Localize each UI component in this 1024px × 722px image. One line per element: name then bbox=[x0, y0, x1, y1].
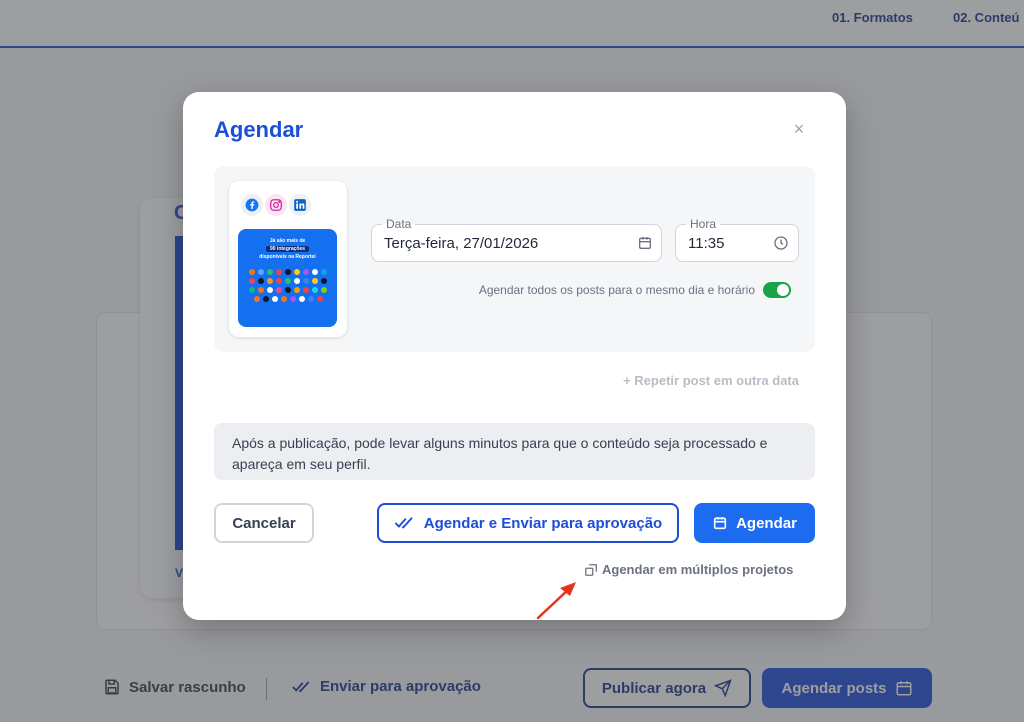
linkedin-icon bbox=[287, 192, 313, 218]
schedule-label: Agendar bbox=[736, 514, 797, 532]
post-image-text: Já são mais de bbox=[269, 238, 306, 244]
same-time-label: Agendar todos os posts para o mesmo dia … bbox=[478, 283, 755, 297]
repeat-post-link[interactable]: + Repetir post em outra data bbox=[583, 373, 799, 388]
instagram-icon bbox=[263, 192, 289, 218]
time-label: Hora bbox=[686, 217, 721, 231]
time-field[interactable]: Hora 11:35 bbox=[675, 217, 799, 262]
post-image-highlight: 90 integrações bbox=[265, 246, 310, 252]
modal-title: Agendar bbox=[214, 117, 304, 142]
processing-notice: Após a publicação, pode levar alguns min… bbox=[214, 423, 815, 480]
calendar-icon bbox=[713, 517, 727, 530]
time-value: 11:35 bbox=[688, 235, 725, 252]
post-image-text: 90 integrações bbox=[238, 246, 337, 252]
same-time-setting: Agendar todos os posts para o mesmo dia … bbox=[476, 282, 791, 298]
close-icon[interactable]: × bbox=[789, 119, 809, 139]
schedule-modal: Agendar × Já são mais de 90 integrações … bbox=[183, 92, 846, 620]
annotation-arrow-icon bbox=[536, 582, 576, 620]
date-field[interactable]: Data Terça-feira, 27/01/2026 bbox=[371, 217, 662, 262]
schedule-panel: Já são mais de 90 integrações disponívei… bbox=[214, 166, 815, 352]
external-link-icon bbox=[585, 563, 597, 576]
schedule-and-send-approval-label: Agendar e Enviar para aprovação bbox=[423, 514, 663, 532]
multi-projects-label: Agendar em múltiplos projetos bbox=[602, 562, 794, 577]
date-label: Data bbox=[382, 217, 416, 231]
schedule-button[interactable]: Agendar bbox=[694, 503, 815, 543]
post-image: Já são mais de 90 integrações disponívei… bbox=[238, 229, 337, 327]
schedule-and-send-approval-button[interactable]: Agendar e Enviar para aprovação bbox=[377, 503, 679, 543]
calendar-icon[interactable] bbox=[637, 235, 653, 251]
post-preview-card: Já são mais de 90 integrações disponívei… bbox=[229, 181, 347, 337]
integration-logos bbox=[247, 269, 329, 302]
clock-icon[interactable] bbox=[773, 235, 789, 251]
network-icons bbox=[239, 192, 313, 218]
multi-projects-link[interactable]: Agendar em múltiplos projetos bbox=[584, 562, 793, 577]
double-check-icon bbox=[394, 517, 413, 529]
post-image-text: disponíveis na Reportei bbox=[259, 254, 316, 260]
same-time-toggle[interactable] bbox=[763, 282, 791, 298]
facebook-icon bbox=[239, 192, 265, 218]
cancel-button[interactable]: Cancelar bbox=[214, 503, 314, 543]
date-value: Terça-feira, 27/01/2026 bbox=[384, 235, 539, 252]
